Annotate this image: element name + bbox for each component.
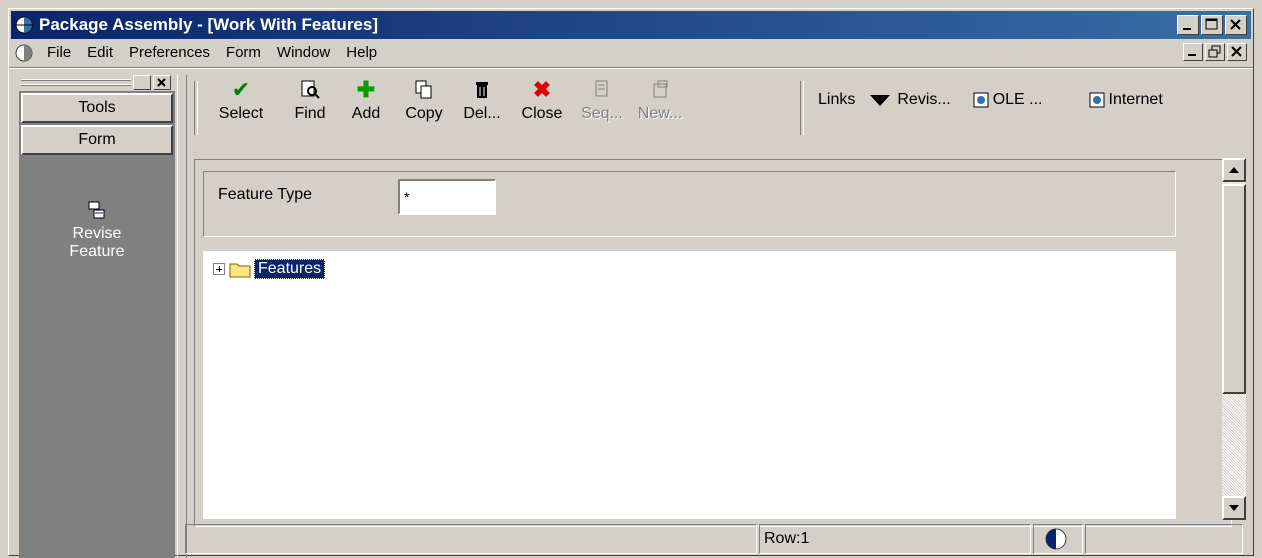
- select-button[interactable]: ✔ Select: [210, 75, 272, 137]
- menu-edit[interactable]: Edit: [79, 44, 121, 61]
- document-link-icon: [1089, 92, 1104, 108]
- exit-bar-header: [19, 75, 175, 91]
- checkmark-icon: ✔: [231, 77, 251, 102]
- menu-help[interactable]: Help: [338, 44, 385, 61]
- mdi-minimize-button[interactable]: [1183, 43, 1203, 61]
- minimize-icon: [1183, 28, 1191, 30]
- add-button[interactable]: ✚ Add: [346, 75, 386, 137]
- up-arrow-icon: [1229, 167, 1239, 173]
- copy-button[interactable]: Copy: [400, 75, 448, 137]
- globe-icon: [15, 16, 33, 34]
- links-menu[interactable]: Links: [818, 91, 855, 109]
- exit-bar: Tools Form Revise Feature: [19, 91, 175, 558]
- form-button[interactable]: Form: [21, 125, 173, 155]
- folder-icon: [229, 263, 251, 278]
- delete-button[interactable]: Del...: [460, 75, 504, 137]
- menu-preferences[interactable]: Preferences: [121, 44, 218, 61]
- status-message: [185, 524, 757, 554]
- dropdown-arrow-icon: [870, 95, 891, 106]
- toolbar: ✔ Select Find ✚ Add Copy Del... ✖ Close …: [194, 75, 1254, 137]
- menu-form[interactable]: Form: [218, 44, 269, 61]
- feature-type-input[interactable]: [398, 179, 496, 215]
- menu-bar: File Edit Preferences Form Window Help: [11, 41, 1251, 67]
- close-button[interactable]: ✖ Close: [514, 75, 570, 137]
- toolbar-grip: [194, 81, 198, 135]
- new-button[interactable]: New...: [634, 75, 686, 137]
- feature-type-label: Feature Type: [218, 186, 312, 203]
- tools-button[interactable]: Tools: [21, 93, 173, 123]
- vertical-scrollbar[interactable]: [1222, 158, 1246, 520]
- status-globe: [1033, 524, 1083, 554]
- feature-label: Feature: [69, 243, 125, 260]
- internet-link[interactable]: Internet: [1089, 91, 1163, 109]
- scroll-up-button[interactable]: [1222, 158, 1246, 182]
- maximize-button[interactable]: [1201, 15, 1223, 35]
- toolbar-separator: [800, 81, 804, 135]
- trash-icon: [476, 82, 488, 98]
- exit-bar-close-button[interactable]: [153, 75, 171, 90]
- status-bar: Row:1: [185, 522, 1247, 556]
- menu-file[interactable]: File: [39, 44, 79, 61]
- close-icon: [157, 78, 166, 87]
- restore-icon: [1208, 45, 1221, 58]
- scroll-down-button[interactable]: [1222, 496, 1246, 520]
- mdi-close-button[interactable]: [1227, 43, 1247, 61]
- globe-icon: [1045, 528, 1067, 550]
- revise-feature-item[interactable]: Revise Feature: [21, 201, 173, 261]
- find-icon: [301, 80, 320, 99]
- close-x-icon: ✖: [532, 77, 552, 102]
- query-panel: [203, 171, 1176, 237]
- tree-view[interactable]: Features: [203, 251, 1176, 519]
- document-link-icon: [973, 92, 989, 108]
- window-title: Package Assembly - [Work With Features]: [39, 15, 379, 34]
- close-icon: [1231, 46, 1242, 57]
- sequence-icon: [595, 80, 608, 97]
- splitter[interactable]: [177, 75, 187, 558]
- find-button[interactable]: Find: [286, 75, 334, 137]
- plus-icon: ✚: [356, 77, 376, 102]
- revise-label: Revise: [72, 225, 122, 242]
- exit-bar-dock-button[interactable]: [133, 75, 151, 90]
- sequence-button[interactable]: Seq...: [578, 75, 626, 137]
- title-bar[interactable]: Package Assembly - [Work With Features]: [11, 11, 1251, 39]
- status-extra: [1085, 524, 1243, 554]
- row-indicator: Row:1: [759, 524, 1031, 554]
- expand-icon[interactable]: [213, 263, 225, 275]
- new-document-icon: [653, 80, 668, 98]
- close-window-button[interactable]: [1225, 15, 1247, 35]
- maximize-icon: [1205, 18, 1218, 30]
- mdi-restore-button[interactable]: [1205, 43, 1225, 61]
- revisions-menu[interactable]: Revis...: [869, 91, 951, 109]
- revise-icon: [88, 201, 105, 219]
- scroll-thumb[interactable]: [1222, 184, 1246, 394]
- tree-node-features[interactable]: Features: [213, 259, 326, 279]
- down-arrow-icon: [1229, 505, 1239, 511]
- features-node-label: Features: [254, 259, 326, 279]
- minimize-icon: [1188, 54, 1196, 56]
- minimize-button[interactable]: [1177, 15, 1199, 35]
- globe-icon[interactable]: [15, 44, 33, 62]
- ole-link[interactable]: OLE ...: [973, 91, 1043, 109]
- close-icon: [1230, 19, 1241, 30]
- menu-window[interactable]: Window: [269, 44, 338, 61]
- copy-icon: [415, 80, 432, 99]
- menu-divider: [9, 67, 1253, 69]
